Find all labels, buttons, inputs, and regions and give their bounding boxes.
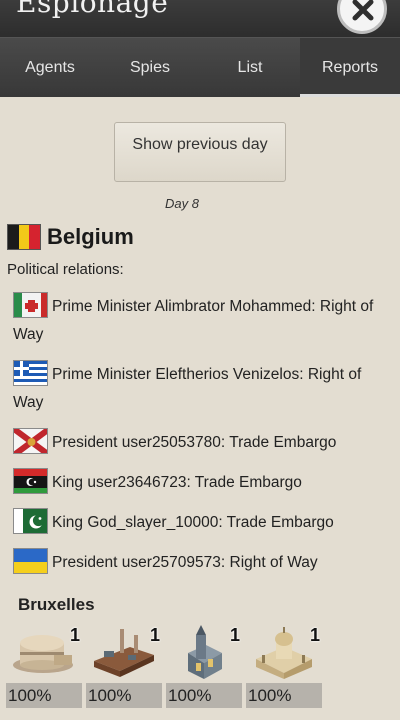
building-count: 1 [69,625,80,645]
factory-icon [94,629,154,677]
tab-reports[interactable]: Reports [300,38,400,97]
relation-text: King user23646723: Trade Embargo [52,474,302,491]
city-name: Bruxelles [18,595,95,614]
greece-flag-icon [13,360,48,386]
building-palace[interactable]: 1 100% [246,625,322,708]
building-bunker[interactable]: 1 100% [6,625,82,708]
day-label: Day 8 [165,196,199,211]
relation-text: President user25053780: Trade Embargo [52,434,337,451]
political-relations-label: Political relations: [7,261,124,278]
building-percent: 100% [166,683,242,708]
relation-text: Prime Minister Eleftherios Venizelos: Ri… [13,366,362,411]
tab-agents[interactable]: Agents [0,38,100,97]
bunker-icon [13,635,73,673]
building-factory[interactable]: 1 100% [86,625,162,708]
show-previous-day-button[interactable]: Show previous day [114,122,286,182]
list-item: President user25053780: Trade Embargo [13,428,393,457]
list-item: King God_slayer_10000: Trade Embargo [13,508,393,537]
relation-text: Prime Minister Alimbrator Mohammed: Righ… [13,298,374,343]
building-count: 1 [149,625,160,645]
palace-icon [256,627,312,679]
window-header: Espionage [0,0,400,37]
church-icon [188,625,222,679]
building-church[interactable]: 1 100% [166,625,242,708]
country-header: Belgium [7,224,134,250]
close-icon [352,0,374,21]
country-name: Belgium [47,224,134,249]
tab-spies[interactable]: Spies [100,38,200,97]
list-item: President user25709573: Right of Way [13,548,393,577]
ukraine-flag-icon [13,548,48,574]
libya-flag-icon [13,468,48,494]
building-percent: 100% [86,683,162,708]
building-percent: 100% [246,683,322,708]
pakistan-flag-icon [13,508,48,534]
building-count: 1 [229,625,240,645]
flag-red-white-cross-icon [13,292,48,318]
tab-bar: Agents Spies List Reports [0,37,400,97]
relations-list: Prime Minister Alimbrator Mohammed: Righ… [13,292,393,588]
building-percent: 100% [6,683,82,708]
close-button[interactable] [337,0,387,34]
list-item: Prime Minister Eleftherios Venizelos: Ri… [13,360,393,417]
relation-text: President user25709573: Right of Way [52,554,318,571]
list-item: Prime Minister Alimbrator Mohammed: Righ… [13,292,393,349]
relation-text: King God_slayer_10000: Trade Embargo [52,514,334,531]
belgium-flag-icon [7,224,41,250]
tab-list[interactable]: List [200,38,300,97]
window-title: Espionage [16,0,169,19]
saltire-flag-icon [13,428,48,454]
list-item: King user23646723: Trade Embargo [13,468,393,497]
buildings-row: 1 100% 1 100% 1 100% 1 100% [6,625,326,708]
building-count: 1 [309,625,320,645]
